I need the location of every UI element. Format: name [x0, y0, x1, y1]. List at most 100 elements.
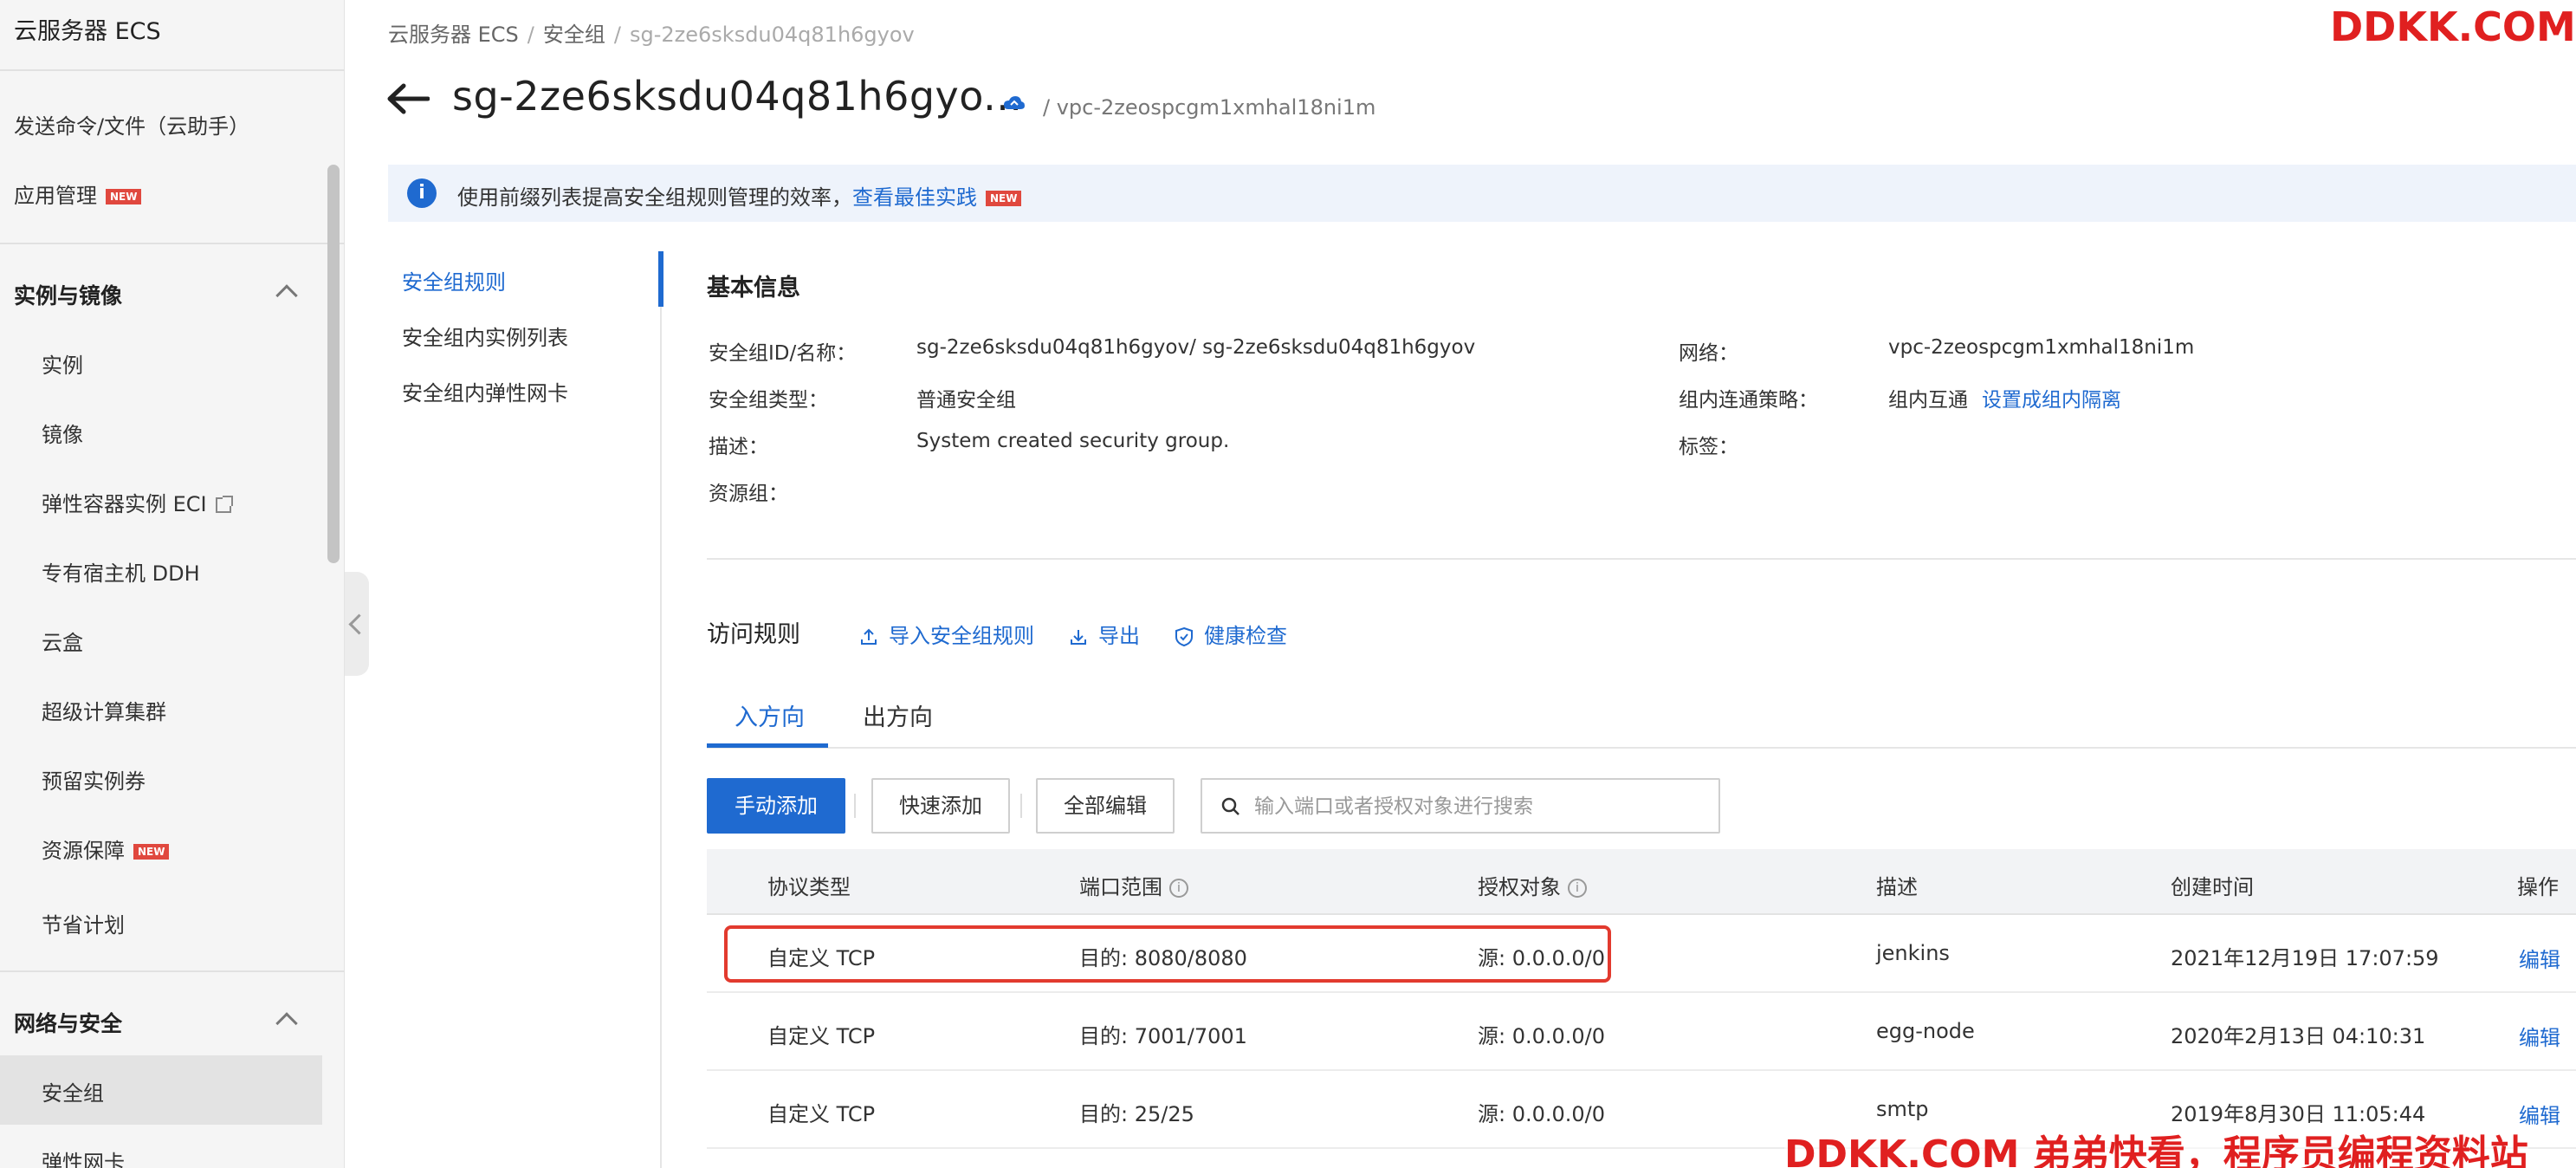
- sidebar-item-label: 超级计算集群: [42, 700, 166, 724]
- info-value-connect-policy: 组内互通 设置成组内隔离: [1888, 383, 2121, 412]
- search-input[interactable]: [1254, 792, 1705, 821]
- breadcrumb-security-group[interactable]: 安全组: [543, 23, 605, 47]
- sidebar: 云服务器 ECS 发送命令/文件（云助手） 应用管理 NEW 实例与镜像 实例 镜…: [0, 0, 345, 1168]
- cell-description: jenkins: [1876, 941, 1950, 965]
- import-rules-button[interactable]: 导入安全组规则: [859, 619, 1034, 649]
- sidebar-item-super-computing[interactable]: 超级计算集群: [42, 695, 166, 725]
- column-header-label: 端口范围: [1079, 875, 1162, 899]
- sidebar-item-eci[interactable]: 弹性容器实例 ECI: [42, 487, 233, 517]
- sidebar-item-savings-plan[interactable]: 节省计划: [42, 908, 125, 938]
- rule-search[interactable]: [1201, 778, 1720, 834]
- info-circle-icon[interactable]: i: [1568, 879, 1587, 898]
- info-label-description: 描述：: [709, 436, 768, 458]
- export-label: 导出: [1098, 624, 1140, 648]
- column-header-created: 创建时间: [2171, 875, 2254, 899]
- page-title: sg-2ze6sksdu04q81h6gyo...: [452, 73, 1023, 120]
- sidebar-item-label: 预留实例券: [42, 769, 146, 794]
- breadcrumb-separator: /: [613, 23, 621, 47]
- quick-add-button[interactable]: 快速添加: [871, 778, 1010, 834]
- sidebar-item-cloud-box[interactable]: 云盒: [42, 626, 83, 656]
- upload-icon: [861, 628, 877, 645]
- rules-table-header: 协议类型 端口范围 i 授权对象 i 描述 创建时间 操作: [707, 849, 2576, 915]
- subnav-active-indicator: [658, 251, 663, 307]
- sidebar-item-label: 节省计划: [42, 913, 125, 938]
- info-label-id: 安全组ID/名称：: [709, 342, 857, 365]
- edit-rule-link[interactable]: 编辑: [2519, 1021, 2560, 1051]
- sidebar-item-label: 资源保障: [42, 839, 125, 863]
- breadcrumb-current: sg-2ze6sksdu04q81h6gyov: [629, 23, 915, 47]
- sidebar-item-label: 镜像: [42, 423, 83, 447]
- edit-rule-link[interactable]: 编辑: [2519, 943, 2560, 973]
- subnav-security-rules[interactable]: 安全组规则: [402, 265, 506, 295]
- sidebar-item-app-management[interactable]: 应用管理 NEW: [14, 178, 142, 209]
- sidebar-scrollbar[interactable]: [327, 165, 340, 563]
- sidebar-group-instances[interactable]: 实例与镜像: [14, 279, 326, 310]
- sidebar-item-label: 专有宿主机 DDH: [42, 561, 200, 586]
- sidebar-group-network[interactable]: 网络与安全: [14, 1007, 326, 1038]
- sidebar-item-send-command[interactable]: 发送命令/文件（云助手）: [14, 109, 249, 140]
- cell-protocol: 自定义 TCP: [767, 1102, 876, 1126]
- import-rules-label: 导入安全组规则: [889, 624, 1034, 648]
- sidebar-item-label: 云盒: [42, 631, 83, 655]
- connect-policy-value: 组内互通: [1888, 389, 1968, 412]
- cell-port: 目的: 25/25: [1079, 1102, 1194, 1126]
- vpc-link[interactable]: / vpc-2zeospcgm1xmhal18ni1m: [1043, 95, 1375, 120]
- cell-created: 2021年12月19日 17:07:59: [2171, 946, 2439, 970]
- sidebar-divider: [0, 69, 345, 71]
- sidebar-item-eni[interactable]: 弹性网卡: [42, 1145, 125, 1168]
- cell-description: smtp: [1876, 1097, 1929, 1121]
- info-label-network: 网络：: [1679, 342, 1738, 365]
- tab-inbound[interactable]: 入方向: [735, 698, 805, 732]
- sidebar-title: 云服务器 ECS: [14, 18, 161, 45]
- subnav-instance-list[interactable]: 安全组内实例列表: [402, 321, 568, 351]
- info-banner: i 使用前缀列表提高安全组规则管理的效率，查看最佳实践 NEW: [388, 165, 2576, 222]
- info-label-tags: 标签：: [1679, 436, 1738, 458]
- health-check-button[interactable]: 健康检查: [1175, 619, 1287, 649]
- column-header-actions: 操作: [2517, 875, 2559, 899]
- info-value-id: sg-2ze6sksdu04q81h6gyov/ sg-2ze6sksdu04q…: [916, 336, 1476, 359]
- cell-description: egg-node: [1876, 1019, 1975, 1043]
- sidebar-divider: [0, 970, 345, 972]
- chevron-up-icon: [275, 284, 298, 307]
- watermark-bottom: DDKK.COM 弟弟快看，程序员编程资料站: [1784, 1123, 2528, 1168]
- sidebar-item-ddh[interactable]: 专有宿主机 DDH: [42, 556, 200, 587]
- info-value-type: 普通安全组: [916, 389, 1016, 412]
- access-rules-title: 访问规则: [707, 621, 800, 648]
- info-label-type: 安全组类型：: [709, 389, 828, 412]
- sidebar-item-label: 应用管理: [14, 184, 97, 208]
- download-icon: [1071, 630, 1086, 645]
- breadcrumb-ecs[interactable]: 云服务器 ECS: [388, 23, 519, 47]
- sidebar-item-resource-guarantee[interactable]: 资源保障 NEW: [42, 834, 170, 864]
- sidebar-item-security-group[interactable]: 安全组: [42, 1076, 104, 1106]
- best-practice-link[interactable]: 查看最佳实践: [852, 185, 977, 210]
- manual-add-button[interactable]: 手动添加: [707, 778, 845, 834]
- set-isolation-link[interactable]: 设置成组内隔离: [1982, 389, 2121, 412]
- sidebar-item-reserved-instances[interactable]: 预留实例券: [42, 764, 146, 795]
- sidebar-item-images[interactable]: 镜像: [42, 418, 83, 448]
- column-header-port: 端口范围 i: [1079, 870, 1188, 900]
- cloud-sync-icon[interactable]: [1003, 95, 1026, 111]
- cell-port: 目的: 7001/7001: [1079, 1024, 1247, 1048]
- page-root: 云服务器 ECS 发送命令/文件（云助手） 应用管理 NEW 实例与镜像 实例 镜…: [0, 0, 2576, 1168]
- edit-all-button[interactable]: 全部编辑: [1036, 778, 1175, 834]
- cell-protocol: 自定义 TCP: [767, 1024, 876, 1048]
- info-icon: i: [407, 178, 437, 208]
- info-circle-icon[interactable]: i: [1169, 879, 1188, 898]
- table-row: 自定义 TCP 目的: 7001/7001 源: 0.0.0.0/0 egg-n…: [707, 993, 2576, 1071]
- sidebar-divider: [0, 243, 345, 244]
- cell-source: 源: 0.0.0.0/0: [1478, 1024, 1606, 1048]
- sidebar-item-instances[interactable]: 实例: [42, 348, 83, 379]
- sidebar-collapse-handle[interactable]: [345, 572, 369, 676]
- back-arrow-icon[interactable]: [386, 83, 430, 114]
- external-link-icon: [215, 496, 233, 513]
- export-button[interactable]: 导出: [1069, 619, 1140, 649]
- sidebar-item-label: 实例: [42, 354, 83, 378]
- new-badge: NEW: [986, 191, 1022, 206]
- row-highlight-box: [724, 925, 1611, 983]
- tab-outbound[interactable]: 出方向: [863, 698, 933, 732]
- sidebar-item-label: 安全组: [42, 1081, 104, 1106]
- subnav-eni-list[interactable]: 安全组内弹性网卡: [402, 376, 568, 406]
- section-divider: [707, 558, 2576, 560]
- new-badge: NEW: [106, 189, 142, 204]
- toolbar-separator: [1020, 794, 1022, 818]
